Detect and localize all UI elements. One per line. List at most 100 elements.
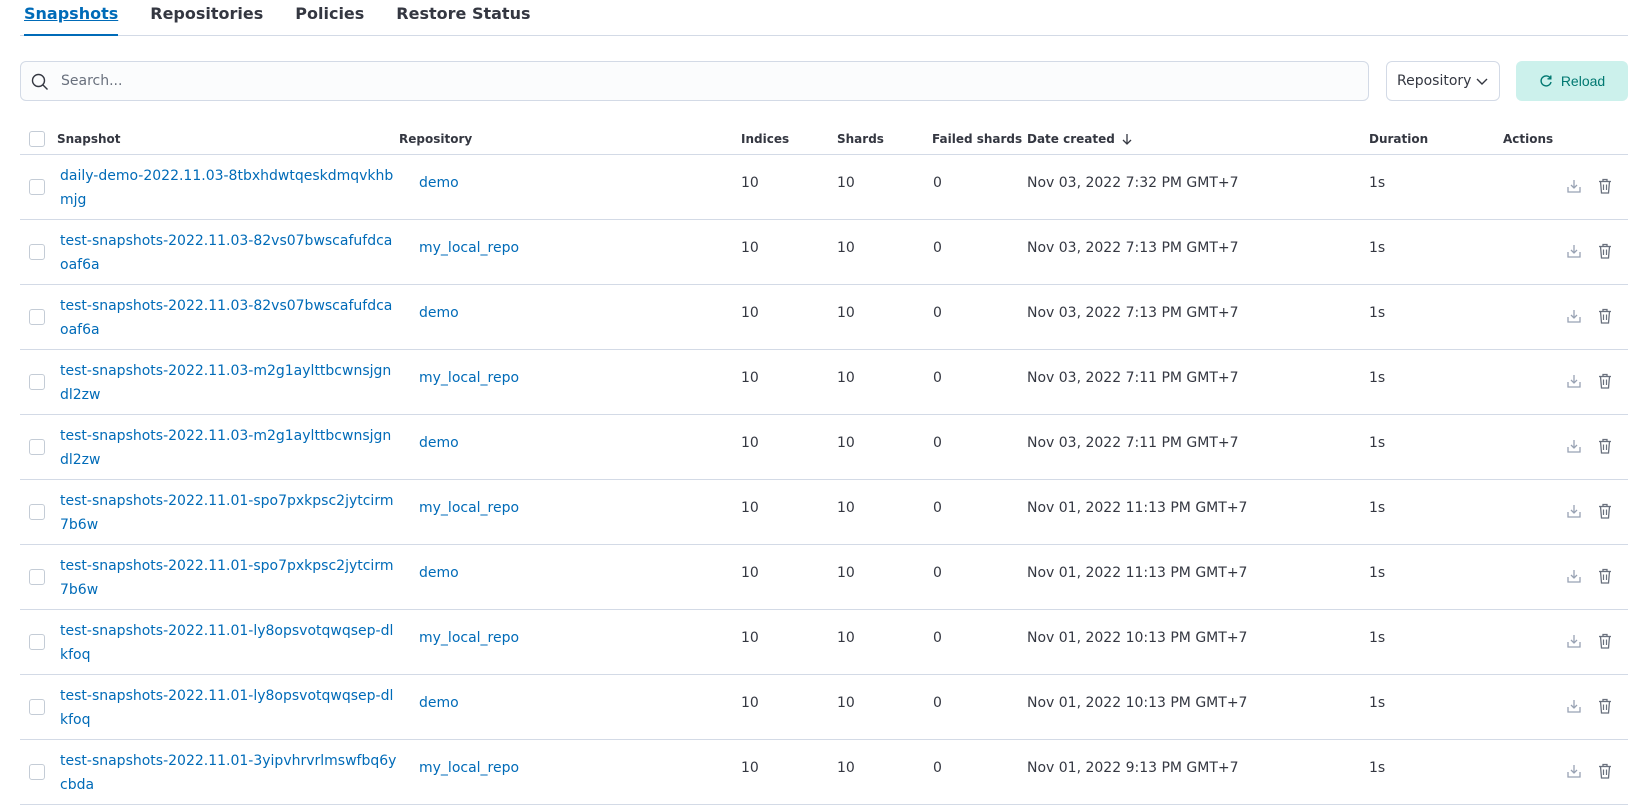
row-checkbox[interactable] <box>29 699 45 715</box>
snapshot-name-link[interactable]: test-snapshots-2022.11.01-spo7pxkpsc2jyt… <box>60 554 400 602</box>
duration-value: 1s <box>1369 305 1386 321</box>
restore-icon[interactable] <box>1565 307 1583 325</box>
column-header-failed-shards[interactable]: Failed shards <box>932 132 1022 146</box>
date-created-label: Date created <box>1027 132 1115 146</box>
table-row: test-snapshots-2022.11.01-spo7pxkpsc2jyt… <box>20 480 1628 545</box>
table-body: daily-demo-2022.11.03-8tbxhdwtqeskdmqvkh… <box>20 155 1628 805</box>
column-header-duration[interactable]: Duration <box>1369 132 1428 146</box>
snapshot-name-link[interactable]: test-snapshots-2022.11.01-3yipvhrvrlmswf… <box>60 749 400 797</box>
column-header-repository[interactable]: Repository <box>399 132 472 146</box>
reload-button[interactable]: Reload <box>1516 61 1628 101</box>
repository-link[interactable]: my_local_repo <box>419 760 519 776</box>
repository-filter-label: Repository <box>1397 73 1472 89</box>
shards-value: 10 <box>837 240 855 256</box>
indices-value: 10 <box>741 305 759 321</box>
trash-icon[interactable] <box>1596 697 1614 715</box>
failed-shards-value: 0 <box>933 630 942 646</box>
repository-link[interactable]: demo <box>419 175 459 191</box>
trash-icon[interactable] <box>1596 762 1614 780</box>
snapshot-name-link[interactable]: test-snapshots-2022.11.01-ly8opsvotqwqse… <box>60 619 400 667</box>
indices-value: 10 <box>741 500 759 516</box>
restore-icon[interactable] <box>1565 177 1583 195</box>
failed-shards-value: 0 <box>933 760 942 776</box>
row-checkbox[interactable] <box>29 439 45 455</box>
failed-shards-value: 0 <box>933 370 942 386</box>
row-checkbox[interactable] <box>29 569 45 585</box>
snapshot-name-link[interactable]: test-snapshots-2022.11.01-spo7pxkpsc2jyt… <box>60 489 400 537</box>
tab-restore-status[interactable]: Restore Status <box>396 0 530 36</box>
column-header-snapshot[interactable]: Snapshot <box>57 132 121 146</box>
table-header: Snapshot Repository Indices Shards Faile… <box>20 123 1628 155</box>
shards-value: 10 <box>837 370 855 386</box>
duration-value: 1s <box>1369 240 1386 256</box>
table-row: test-snapshots-2022.11.01-spo7pxkpsc2jyt… <box>20 545 1628 610</box>
date-created-value: Nov 01, 2022 11:13 PM GMT+7 <box>1027 565 1248 581</box>
indices-value: 10 <box>741 630 759 646</box>
indices-value: 10 <box>741 370 759 386</box>
row-checkbox[interactable] <box>29 634 45 650</box>
search-box[interactable] <box>20 61 1369 101</box>
restore-icon[interactable] <box>1565 697 1583 715</box>
repository-filter-button[interactable]: Repository <box>1386 61 1500 101</box>
shards-value: 10 <box>837 565 855 581</box>
trash-icon[interactable] <box>1596 242 1614 260</box>
duration-value: 1s <box>1369 630 1386 646</box>
snapshot-name-link[interactable]: test-snapshots-2022.11.03-82vs07bwscafuf… <box>60 294 400 342</box>
snapshot-name-link[interactable]: test-snapshots-2022.11.03-82vs07bwscafuf… <box>60 229 400 277</box>
trash-icon[interactable] <box>1596 437 1614 455</box>
table-row: test-snapshots-2022.11.03-82vs07bwscafuf… <box>20 220 1628 285</box>
table-row: test-snapshots-2022.11.03-m2g1aylttbcwns… <box>20 350 1628 415</box>
restore-icon[interactable] <box>1565 762 1583 780</box>
search-input[interactable] <box>59 62 1359 100</box>
tab-repositories[interactable]: Repositories <box>150 0 263 36</box>
reload-label: Reload <box>1560 73 1606 89</box>
snapshot-name-link[interactable]: test-snapshots-2022.11.03-m2g1aylttbcwns… <box>60 424 400 472</box>
toolbar: Repository Reload <box>20 61 1628 101</box>
trash-icon[interactable] <box>1596 372 1614 390</box>
row-checkbox[interactable] <box>29 504 45 520</box>
tab-snapshots[interactable]: Snapshots <box>24 0 119 36</box>
snapshot-name-link[interactable]: test-snapshots-2022.11.03-m2g1aylttbcwns… <box>60 359 400 407</box>
indices-value: 10 <box>741 240 759 256</box>
repository-link[interactable]: my_local_repo <box>419 240 519 256</box>
trash-icon[interactable] <box>1596 177 1614 195</box>
snapshot-name-link[interactable]: test-snapshots-2022.11.01-ly8opsvotqwqse… <box>60 684 400 732</box>
repository-link[interactable]: my_local_repo <box>419 500 519 516</box>
repository-link[interactable]: demo <box>419 305 459 321</box>
row-checkbox[interactable] <box>29 309 45 325</box>
trash-icon[interactable] <box>1596 502 1614 520</box>
select-all-checkbox[interactable] <box>29 131 45 147</box>
trash-icon[interactable] <box>1596 632 1614 650</box>
restore-icon[interactable] <box>1565 372 1583 390</box>
row-checkbox[interactable] <box>29 179 45 195</box>
trash-icon[interactable] <box>1596 307 1614 325</box>
column-header-date-created[interactable]: Date created <box>1027 132 1133 146</box>
shards-value: 10 <box>837 500 855 516</box>
repository-link[interactable]: my_local_repo <box>419 370 519 386</box>
failed-shards-value: 0 <box>933 695 942 711</box>
repository-link[interactable]: demo <box>419 435 459 451</box>
restore-icon[interactable] <box>1565 242 1583 260</box>
restore-icon[interactable] <box>1565 567 1583 585</box>
snapshots-table: Snapshot Repository Indices Shards Faile… <box>20 123 1628 805</box>
restore-icon[interactable] <box>1565 502 1583 520</box>
repository-link[interactable]: demo <box>419 695 459 711</box>
duration-value: 1s <box>1369 760 1386 776</box>
tab-policies[interactable]: Policies <box>295 0 364 36</box>
column-header-indices[interactable]: Indices <box>741 132 789 146</box>
snapshot-name-link[interactable]: daily-demo-2022.11.03-8tbxhdwtqeskdmqvkh… <box>60 164 400 212</box>
row-checkbox[interactable] <box>29 374 45 390</box>
trash-icon[interactable] <box>1596 567 1614 585</box>
date-created-value: Nov 01, 2022 10:13 PM GMT+7 <box>1027 630 1248 646</box>
tab-bar: Snapshots Repositories Policies Restore … <box>20 0 1628 36</box>
restore-icon[interactable] <box>1565 437 1583 455</box>
repository-link[interactable]: demo <box>419 565 459 581</box>
column-header-shards[interactable]: Shards <box>837 132 884 146</box>
restore-icon[interactable] <box>1565 632 1583 650</box>
row-checkbox[interactable] <box>29 764 45 780</box>
table-row: test-snapshots-2022.11.01-ly8opsvotqwqse… <box>20 610 1628 675</box>
row-checkbox[interactable] <box>29 244 45 260</box>
repository-link[interactable]: my_local_repo <box>419 630 519 646</box>
shards-value: 10 <box>837 695 855 711</box>
date-created-value: Nov 01, 2022 11:13 PM GMT+7 <box>1027 500 1248 516</box>
